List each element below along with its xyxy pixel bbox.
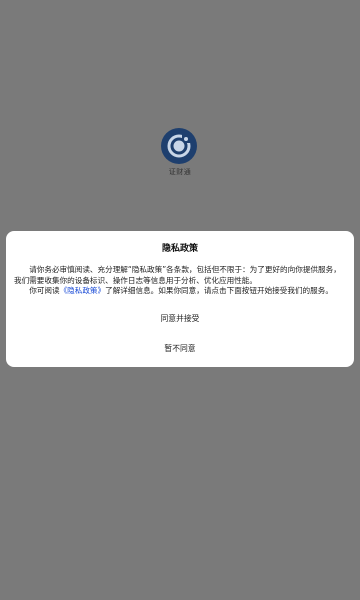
privacy-paragraph-1: 请你务必审慎阅读、充分理解“隐私政策”各条款，包括但不限于：为了更好的向你提供服… [14,265,341,285]
app-logo-icon [161,128,197,164]
app-name: 证财通 [168,168,192,176]
paragraph-2-suffix: 了解详细信息。如果你同意，请点击下面按钮开始接受我们的服务。 [105,286,333,295]
privacy-paragraph-2: 你可阅读《隐私政策》了解详细信息。如果你同意，请点击下面按钮开始接受我们的服务。 [14,286,348,297]
dialog-title: 隐私政策 [161,244,198,254]
logo-mark-icon [167,134,191,158]
privacy-policy-link[interactable]: 《隐私政策》 [60,286,106,295]
disagree-button[interactable]: 暂不同意 [6,343,354,354]
dialog-body: 请你务必审慎阅读、充分理解“隐私政策”各条款，包括但不限于：为了更好的向你提供服… [14,265,348,297]
privacy-dialog: 隐私政策 请你务必审慎阅读、充分理解“隐私政策”各条款，包括但不限于：为了更好的… [6,231,354,367]
agree-button[interactable]: 同意并接受 [6,313,354,324]
screen: 证财通 隐私政策 请你务必审慎阅读、充分理解“隐私政策”各条款，包括但不限于：为… [0,0,360,600]
paragraph-2-prefix: 你可阅读 [29,286,60,295]
